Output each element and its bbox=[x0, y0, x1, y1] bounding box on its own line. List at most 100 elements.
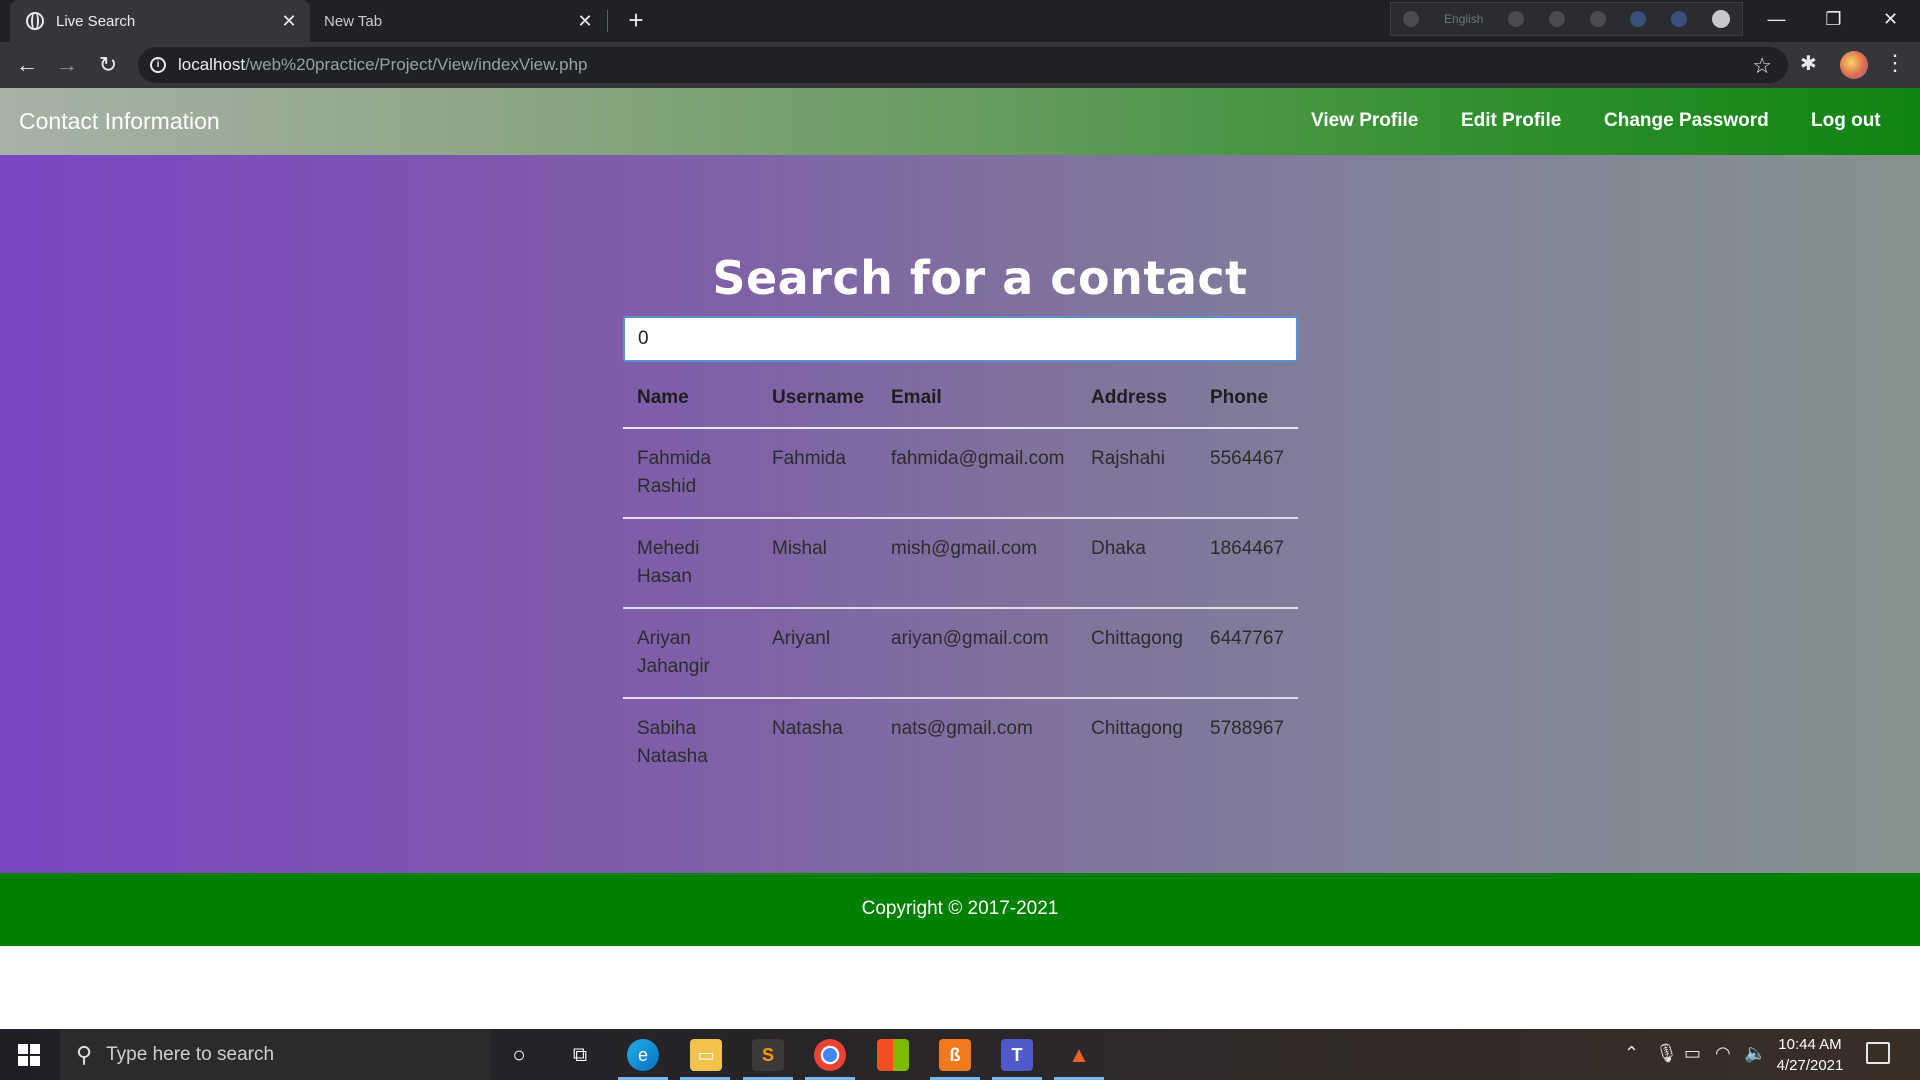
sublime-text-icon[interactable]: S bbox=[752, 1039, 784, 1071]
browser-toolbar: ← → ↻ i localhost/web%20practice/Project… bbox=[0, 42, 1920, 88]
profile-avatar[interactable] bbox=[1840, 51, 1868, 79]
cell-email: fahmida@gmail.com bbox=[877, 428, 1077, 519]
back-arrow-icon[interactable]: ← bbox=[13, 51, 41, 79]
cell-phone: 5564467 bbox=[1196, 428, 1298, 519]
ime-language-label[interactable]: English bbox=[1444, 12, 1483, 26]
table-row: Fahmida Rashid Fahmida fahmida@gmail.com… bbox=[623, 428, 1298, 519]
search-input[interactable] bbox=[623, 316, 1298, 362]
table-row: Ariyan Jahangir Ariyanl ariyan@gmail.com… bbox=[623, 608, 1298, 699]
cell-email: nats@gmail.com bbox=[891, 718, 1033, 739]
site-brand[interactable]: Contact Information bbox=[19, 108, 220, 135]
cell-phone: 6447767 bbox=[1196, 608, 1298, 699]
minimize-window-icon[interactable]: — bbox=[1748, 0, 1805, 38]
ime-pen-icon[interactable] bbox=[1630, 11, 1647, 27]
microsoft-store-icon[interactable] bbox=[877, 1039, 909, 1071]
wifi-icon[interactable]: ◠ bbox=[1715, 1043, 1731, 1064]
nav-edit-profile[interactable]: Edit Profile bbox=[1461, 110, 1561, 132]
tab-new-tab[interactable]: New Tab ✕ bbox=[310, 0, 606, 42]
taskbar-search-box[interactable]: ⚲ Type here to search bbox=[60, 1029, 490, 1080]
ime-expand-icon[interactable] bbox=[1711, 10, 1730, 28]
show-hidden-icons-chevron-icon[interactable]: ⌃ bbox=[1624, 1043, 1639, 1064]
table-header-row: Name Username Email Address Phone bbox=[623, 368, 1298, 429]
file-explorer-icon[interactable]: ▭ bbox=[690, 1039, 722, 1071]
cell-address: Rajshahi bbox=[1077, 428, 1196, 519]
tab-divider bbox=[607, 10, 608, 32]
windows-start-icon[interactable] bbox=[18, 1044, 40, 1066]
reload-icon[interactable]: ↻ bbox=[94, 51, 122, 79]
column-header-address: Address bbox=[1077, 368, 1196, 429]
cell-phone: 1864467 bbox=[1196, 518, 1298, 609]
cell-address: Chittagong bbox=[1077, 608, 1196, 699]
ime-tool-icon[interactable] bbox=[1548, 11, 1565, 27]
tab-title: Live Search bbox=[56, 12, 136, 30]
notification-center-icon[interactable] bbox=[1866, 1042, 1890, 1064]
column-header-email: Email bbox=[877, 368, 1077, 429]
page-title: Search for a contact bbox=[712, 251, 1248, 305]
cell-username: Ariyanl bbox=[758, 608, 877, 699]
chrome-browser-icon[interactable] bbox=[814, 1039, 846, 1071]
site-footer: Copyright © 2017-2021 bbox=[0, 873, 1920, 946]
url-path: /web%20practice/Project/View/indexView.p… bbox=[245, 55, 588, 74]
cell-email: mish@gmail.com bbox=[877, 518, 1077, 609]
clock-time: 10:44 AM bbox=[1778, 1036, 1842, 1053]
cell-name: Mehedi Hasan bbox=[623, 518, 758, 609]
column-header-phone: Phone bbox=[1196, 368, 1298, 429]
bookmark-star-icon[interactable]: ☆ bbox=[1752, 53, 1772, 79]
extensions-puzzle-icon[interactable]: ✱ bbox=[1800, 51, 1817, 76]
ime-mode-icon[interactable] bbox=[1403, 11, 1420, 27]
nav-view-profile[interactable]: View Profile bbox=[1311, 110, 1418, 132]
table-row: Mehedi Hasan Mishal mish@gmail.com Dhaka… bbox=[623, 518, 1298, 609]
search-icon: ⚲ bbox=[76, 1041, 93, 1067]
browser-tabstrip: Live Search ✕ New Tab ✕ + English — ❐ ✕ bbox=[0, 0, 1920, 42]
web-page: Contact Information View Profile Edit Pr… bbox=[0, 88, 1920, 1029]
clock-date: 4/27/2021 bbox=[1776, 1057, 1844, 1074]
cell-name: Fahmida Rashid bbox=[623, 428, 758, 519]
cell-address: Dhaka bbox=[1077, 518, 1196, 609]
ime-keyboard-icon[interactable] bbox=[1508, 11, 1525, 27]
browser-menu-icon[interactable]: ⋮ bbox=[1884, 50, 1906, 76]
cell-username: Fahmida bbox=[758, 428, 877, 519]
cell-name: Sabiha Natasha bbox=[637, 718, 708, 767]
ime-help-icon[interactable] bbox=[1670, 11, 1687, 27]
cell-username: Natasha bbox=[772, 718, 843, 739]
address-bar[interactable]: i localhost/web%20practice/Project/View/… bbox=[138, 47, 1788, 83]
ime-settings-icon[interactable] bbox=[1589, 11, 1606, 27]
cell-username: Mishal bbox=[758, 518, 877, 609]
column-header-name: Name bbox=[623, 368, 758, 429]
microphone-icon[interactable]: 🎙 bbox=[1655, 1043, 1678, 1064]
windows-taskbar: ⚲ Type here to search ○ ⧉ e ▭ S ß T ▲ ⌃ … bbox=[0, 1029, 1920, 1080]
close-window-icon[interactable]: ✕ bbox=[1862, 0, 1919, 38]
tab-title: New Tab bbox=[324, 12, 383, 30]
forward-arrow-icon[interactable]: → bbox=[53, 51, 81, 79]
ime-language-bar[interactable]: English bbox=[1390, 2, 1743, 36]
cell-email: ariyan@gmail.com bbox=[877, 608, 1077, 699]
task-view-icon[interactable]: ⧉ bbox=[564, 1039, 596, 1071]
edge-browser-icon[interactable]: e bbox=[627, 1039, 659, 1071]
globe-icon bbox=[26, 12, 44, 30]
site-navbar: Contact Information View Profile Edit Pr… bbox=[0, 88, 1920, 155]
cell-address: Chittagong bbox=[1091, 718, 1183, 739]
new-tab-plus-icon[interactable]: + bbox=[622, 6, 650, 34]
contacts-table: Name Username Email Address Phone Fahmid… bbox=[623, 368, 1298, 787]
cell-name: Ariyan Jahangir bbox=[623, 608, 758, 699]
copyright-text: Copyright © 2017-2021 bbox=[861, 898, 1059, 919]
volume-icon[interactable]: 🔈 bbox=[1744, 1043, 1766, 1064]
xampp-icon[interactable]: ß bbox=[939, 1039, 971, 1071]
tab-live-search[interactable]: Live Search ✕ bbox=[10, 0, 310, 42]
nav-change-password[interactable]: Change Password bbox=[1604, 110, 1769, 132]
nav-log-out[interactable]: Log out bbox=[1811, 110, 1881, 132]
site-info-icon[interactable]: i bbox=[150, 57, 166, 73]
matlab-icon[interactable]: ▲ bbox=[1063, 1039, 1095, 1071]
taskbar-search-placeholder: Type here to search bbox=[106, 1043, 275, 1065]
restore-window-icon[interactable]: ❐ bbox=[1805, 0, 1862, 38]
url-host: localhost bbox=[178, 55, 246, 74]
taskbar-clock[interactable]: 10:44 AM 4/27/2021 bbox=[1765, 1034, 1855, 1076]
battery-icon[interactable]: ▭ bbox=[1684, 1043, 1701, 1064]
close-tab-icon[interactable]: ✕ bbox=[574, 10, 596, 32]
url-text[interactable]: localhost/web%20practice/Project/View/in… bbox=[178, 55, 588, 75]
cortana-icon[interactable]: ○ bbox=[503, 1039, 535, 1071]
close-tab-icon[interactable]: ✕ bbox=[278, 10, 300, 32]
table-row: Sabiha Natasha Natasha nats@gmail.com Ch… bbox=[623, 698, 1298, 787]
teams-icon[interactable]: T bbox=[1001, 1039, 1033, 1071]
cell-phone: 5788967 bbox=[1210, 718, 1284, 739]
